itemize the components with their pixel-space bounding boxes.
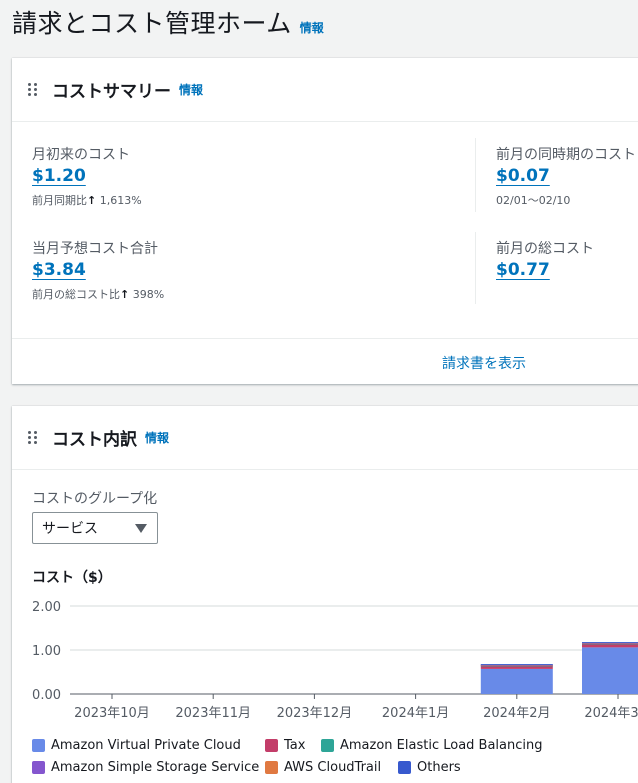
cost-summary-info-link[interactable]: 情報: [179, 81, 203, 98]
cost-summary-title: コストサマリー: [52, 82, 171, 102]
prev-month-total-cost: 前月の総コスト $0.77: [496, 238, 594, 280]
cost-breakdown-info-link[interactable]: 情報: [145, 429, 169, 446]
legend-item[interactable]: AWS CloudTrail: [265, 760, 381, 775]
cost-breakdown-chart: 0.00 1.00 2.00 2023年10月 2023年11月 2023年12月 2024…: [32, 600, 638, 721]
legend-item[interactable]: Others: [398, 760, 461, 775]
group-by-label: コストのグループ化: [32, 491, 158, 507]
forecast-cost-label: 当月予想コスト合計: [32, 241, 158, 257]
legend-swatch: [321, 739, 334, 752]
forecast-comparison-value: 398%: [132, 288, 165, 301]
mtd-cost-comparison: 前月同期比↑ 1,613%: [32, 192, 142, 208]
column-divider: [475, 138, 476, 212]
legend-label: Amazon Elastic Load Balancing: [340, 738, 543, 753]
y-tick-label: 2.00: [32, 600, 61, 615]
view-bill-link[interactable]: 請求書を表示: [442, 353, 526, 373]
arrow-up-icon: ↑: [120, 288, 130, 301]
prev-same-period-label: 前月の同時期のコスト: [496, 147, 636, 163]
page-info-link[interactable]: 情報: [300, 19, 324, 36]
mtd-cost-label: 月初来のコスト: [32, 147, 130, 163]
cost-breakdown-title: コスト内訳: [52, 430, 137, 450]
group-by-select[interactable]: サービス: [32, 512, 158, 544]
legend-label: AWS CloudTrail: [284, 760, 382, 775]
prev-month-total-label: 前月の総コスト: [496, 241, 594, 257]
group-by-value: サービス: [42, 521, 98, 537]
caret-down-icon: [135, 523, 147, 533]
cost-breakdown-card: コスト内訳 情報 コストのグループ化 サービス コスト（$） 0.00 1.00 2…: [12, 406, 638, 783]
prev-same-period-cost: 前月の同時期のコスト $0.07 02/01～02/10: [496, 144, 636, 208]
prev-same-period-dates: 02/01～02/10: [496, 194, 571, 207]
legend-label: Amazon Simple Storage Service: [51, 760, 260, 775]
x-tick-label: 2024年1月: [382, 706, 449, 721]
cost-breakdown-header: コスト内訳 情報: [12, 406, 638, 470]
x-tick-label: 2024年3月: [584, 706, 638, 721]
bar-segment[interactable]: [480, 664, 553, 666]
prev-same-period-value[interactable]: $0.07: [496, 166, 550, 186]
mtd-comparison-value: 1,613%: [99, 194, 142, 207]
legend-label: Others: [417, 760, 461, 775]
legend-item[interactable]: Tax: [265, 738, 305, 753]
x-tick-label: 2023年12月: [277, 706, 353, 721]
bar-segment[interactable]: [582, 642, 638, 644]
legend-swatch: [32, 739, 45, 752]
legend-label: Amazon Virtual Private Cloud: [51, 738, 241, 753]
cost-summary-header: コストサマリー 情報: [12, 58, 638, 122]
y-tick-label: 1.00: [32, 644, 61, 659]
legend-swatch: [398, 761, 411, 774]
legend-item[interactable]: Amazon Virtual Private Cloud: [32, 738, 241, 753]
forecast-cost-comparison: 前月の総コスト比↑ 398%: [32, 286, 164, 302]
drag-handle-icon[interactable]: [28, 82, 38, 97]
legend-item[interactable]: Amazon Elastic Load Balancing: [321, 738, 543, 753]
legend-item[interactable]: Amazon Simple Storage Service: [32, 760, 259, 775]
mtd-cost: 月初来のコスト $1.20 前月同期比↑ 1,613%: [32, 144, 142, 208]
cost-summary-card: コストサマリー 情報 月初来のコスト $1.20 前月同期比↑ 1,613% 前…: [12, 58, 638, 384]
page-header: 請求とコスト管理ホーム 情報: [12, 4, 324, 40]
forecast-cost-value[interactable]: $3.84: [32, 260, 86, 280]
legend-swatch: [32, 761, 45, 774]
x-tick-label: 2023年10月: [74, 706, 150, 721]
legend-swatch: [265, 739, 278, 752]
x-tick-label: 2024年2月: [483, 706, 550, 721]
forecast-comparison-label: 前月の総コスト比: [32, 288, 120, 301]
bar-segment[interactable]: [582, 647, 638, 694]
legend-label: Tax: [284, 738, 306, 753]
cost-summary-footer: 請求書を表示: [12, 338, 638, 384]
x-tick-label: 2023年11月: [175, 706, 251, 721]
page-title: 請求とコスト管理ホーム: [12, 9, 292, 38]
column-divider: [475, 232, 476, 304]
y-tick-label: 0.00: [32, 688, 61, 703]
legend-swatch: [265, 761, 278, 774]
mtd-cost-value[interactable]: $1.20: [32, 166, 86, 186]
prev-month-total-value[interactable]: $0.77: [496, 260, 550, 280]
bar-segment[interactable]: [480, 668, 553, 694]
drag-handle-icon[interactable]: [28, 430, 38, 445]
mtd-comparison-label: 前月同期比: [32, 194, 87, 207]
cost-axis-label: コスト（$）: [32, 570, 112, 586]
arrow-up-icon: ↑: [87, 194, 97, 207]
forecast-cost: 当月予想コスト合計 $3.84 前月の総コスト比↑ 398%: [32, 238, 164, 302]
